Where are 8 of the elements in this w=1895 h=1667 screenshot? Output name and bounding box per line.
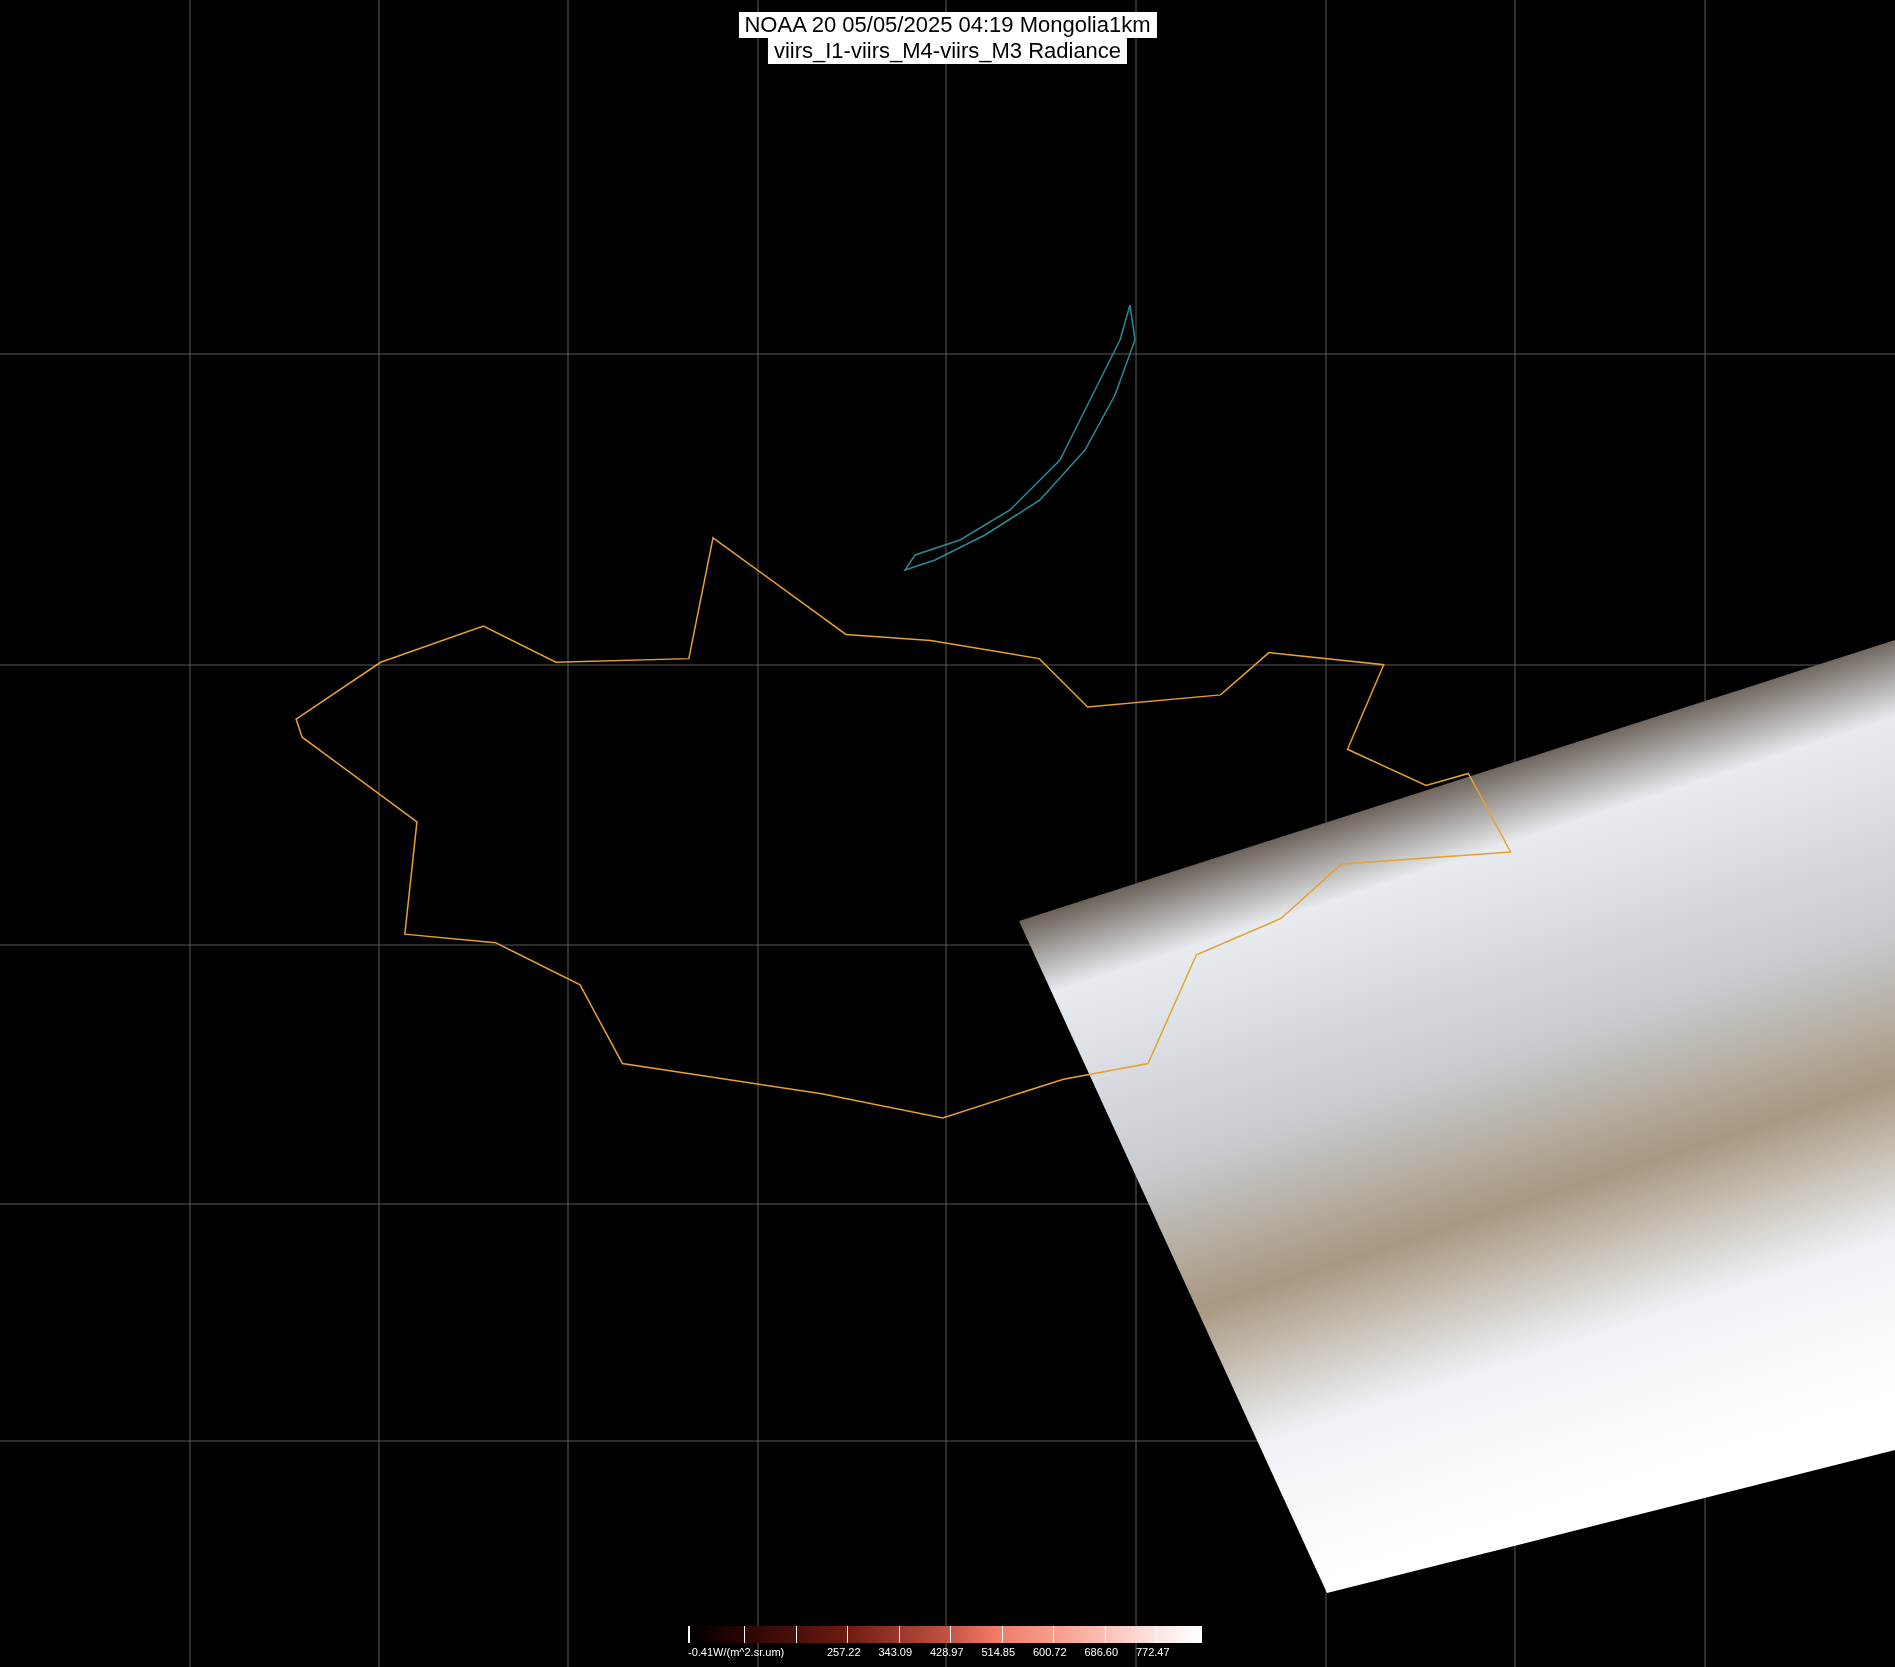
scale-tick-label: 686.60 xyxy=(1083,1646,1120,1658)
scale-unit-label: -0.41W/(m^2.sr.um) xyxy=(688,1646,786,1658)
scale-tick-label: 257.22 xyxy=(825,1646,862,1658)
scale-tick-label: 600.72 xyxy=(1031,1646,1068,1658)
scale-tick-label: 343.09 xyxy=(877,1646,914,1658)
scale-tick-label: 428.97 xyxy=(928,1646,965,1658)
scale-tick-label: 514.85 xyxy=(980,1646,1017,1658)
scale-tick-label: 772.47 xyxy=(1134,1646,1171,1658)
